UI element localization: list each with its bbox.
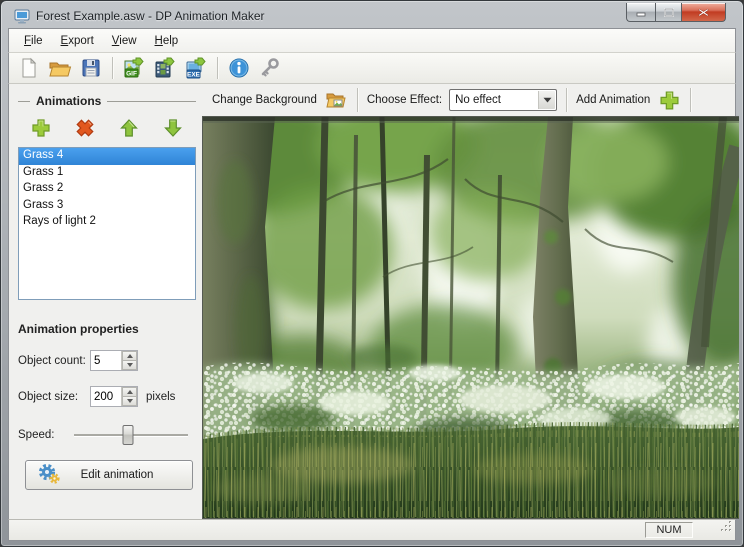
object-size-spinner xyxy=(90,386,138,407)
object-count-label: Object count: xyxy=(18,354,86,367)
svg-text:EXE: EXE xyxy=(187,72,201,79)
object-count-spin-down[interactable] xyxy=(122,361,137,370)
speed-slider[interactable] xyxy=(74,425,188,445)
effects-bar-separator xyxy=(356,88,358,112)
animations-header-label: Animations xyxy=(36,94,102,108)
arrow-up-icon xyxy=(120,119,138,137)
chevron-down-icon xyxy=(543,97,552,103)
arrow-down-icon xyxy=(164,119,182,137)
object-size-input[interactable] xyxy=(91,387,121,406)
move-up-button[interactable] xyxy=(118,117,140,139)
minimize-icon xyxy=(636,12,646,16)
plus-icon xyxy=(660,90,679,110)
add-animation-label: Add Animation xyxy=(576,94,651,106)
minimize-button[interactable] xyxy=(626,3,655,22)
preview-area: Change Background Choose Effect: No effe… xyxy=(202,84,739,519)
close-icon xyxy=(698,8,709,16)
delete-x-icon xyxy=(76,119,94,137)
object-size-spin-up[interactable] xyxy=(122,387,137,397)
properties-header: Animation properties xyxy=(18,322,139,336)
register-key-button[interactable] xyxy=(256,55,284,81)
speed-row: Speed: xyxy=(18,425,196,445)
num-lock-indicator: NUM xyxy=(645,522,693,538)
list-item-grass-4[interactable]: Grass 4 xyxy=(19,148,195,165)
export-exe-button[interactable]: EXE xyxy=(182,55,210,81)
change-background-button[interactable] xyxy=(324,89,348,111)
effect-dropdown[interactable]: No effect xyxy=(449,89,558,111)
forest-preview-image xyxy=(203,117,739,518)
content-area: Animations Grass 4 Grass 1 Grass 2 Grass… xyxy=(8,84,739,519)
animations-list: Grass 4 Grass 1 Grass 2 Grass 3 Rays of … xyxy=(18,147,196,300)
move-down-button[interactable] xyxy=(162,117,184,139)
export-exe-icon: EXE xyxy=(186,57,206,79)
object-count-row: Object count: xyxy=(18,350,196,371)
effect-dropdown-value: No effect xyxy=(455,94,501,106)
effect-dropdown-button[interactable] xyxy=(538,91,556,109)
folder-image-icon xyxy=(326,93,346,108)
delete-animation-button[interactable] xyxy=(74,117,96,139)
svg-text:GIF: GIF xyxy=(126,71,137,78)
animations-group-header: Animations xyxy=(18,94,196,108)
maximize-icon xyxy=(663,7,674,17)
menu-bar: File Export View Help xyxy=(8,28,736,53)
list-item-grass-3[interactable]: Grass 3 xyxy=(19,198,195,215)
export-gif-icon: GIF xyxy=(124,57,144,78)
change-background-label: Change Background xyxy=(212,94,317,106)
menu-view[interactable]: View xyxy=(103,32,146,50)
menu-export[interactable]: Export xyxy=(52,32,103,50)
open-file-button[interactable] xyxy=(46,55,74,81)
window-title: Forest Example.asw - DP Animation Maker xyxy=(36,8,265,23)
object-count-spinner xyxy=(90,350,138,371)
new-file-icon xyxy=(22,57,37,78)
speed-slider-thumb[interactable] xyxy=(122,425,134,445)
choose-effect-label: Choose Effect: xyxy=(366,94,443,106)
save-icon xyxy=(82,59,100,77)
window-controls xyxy=(626,3,726,22)
app-icon xyxy=(14,8,30,24)
menu-help[interactable]: Help xyxy=(146,32,188,50)
speed-label: Speed: xyxy=(18,429,55,441)
add-animation-toolbar-button[interactable] xyxy=(657,89,681,111)
toolbar-separator xyxy=(112,57,113,79)
info-button[interactable] xyxy=(225,55,253,81)
effects-bar: Change Background Choose Effect: No effe… xyxy=(202,84,739,116)
status-bar: NUM xyxy=(8,519,736,541)
preview-canvas[interactable] xyxy=(202,116,739,519)
edit-animation-button[interactable]: Edit animation xyxy=(25,460,193,490)
object-size-spin-down[interactable] xyxy=(122,397,137,406)
plus-icon xyxy=(32,119,50,137)
list-item-grass-2[interactable]: Grass 2 xyxy=(19,181,195,198)
maximize-button[interactable] xyxy=(655,3,682,22)
new-file-button[interactable] xyxy=(15,55,43,81)
info-icon xyxy=(229,58,249,78)
object-count-input[interactable] xyxy=(91,351,121,370)
key-icon xyxy=(261,58,279,77)
edit-animation-label: Edit animation xyxy=(80,469,154,481)
animations-panel: Animations Grass 4 Grass 1 Grass 2 Grass… xyxy=(9,84,202,519)
gears-icon xyxy=(36,462,62,489)
object-size-label: Object size: xyxy=(18,390,79,403)
object-count-spin-up[interactable] xyxy=(122,351,137,361)
toolbar-separator xyxy=(217,57,218,79)
list-item-grass-1[interactable]: Grass 1 xyxy=(19,165,195,182)
resize-grip[interactable] xyxy=(720,520,733,538)
effects-bar-separator xyxy=(690,88,692,112)
main-toolbar: GIF EXE xyxy=(8,53,736,84)
export-video-button[interactable] xyxy=(151,55,179,81)
add-animation-button[interactable] xyxy=(30,117,52,139)
menu-file[interactable]: File xyxy=(15,32,52,50)
export-video-icon xyxy=(155,57,175,78)
save-file-button[interactable] xyxy=(77,55,105,81)
effects-bar-separator xyxy=(566,88,568,112)
object-size-unit: pixels xyxy=(146,390,176,403)
export-gif-button[interactable]: GIF xyxy=(120,55,148,81)
title-bar[interactable]: Forest Example.asw - DP Animation Maker xyxy=(8,1,736,28)
object-size-row: Object size: pixels xyxy=(18,386,196,407)
open-folder-icon xyxy=(49,62,72,77)
animation-list-actions xyxy=(18,108,196,147)
close-button[interactable] xyxy=(682,3,726,22)
app-window: Forest Example.asw - DP Animation Maker … xyxy=(0,0,744,547)
list-item-rays-of-light-2[interactable]: Rays of light 2 xyxy=(19,214,195,231)
